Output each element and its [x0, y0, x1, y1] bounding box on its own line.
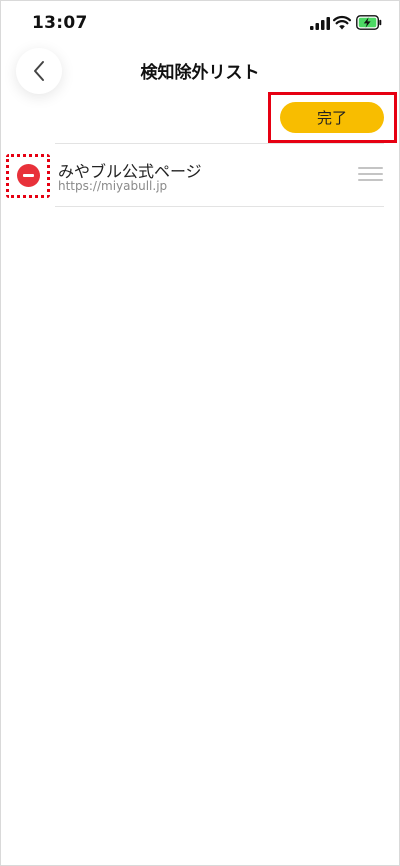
done-button[interactable]: 完了 — [280, 102, 384, 133]
status-time: 13:07 — [32, 13, 88, 33]
list-divider — [55, 206, 384, 207]
minus-circle-icon — [23, 174, 34, 177]
status-bar: 13:07 — [0, 0, 400, 48]
wifi-icon — [333, 15, 351, 30]
page-title: 検知除外リスト — [140, 63, 260, 83]
battery-charging-icon — [356, 15, 382, 30]
drag-handle-icon[interactable] — [358, 167, 383, 181]
cellular-signal-icon — [310, 17, 330, 30]
delete-item-button[interactable] — [17, 164, 40, 187]
list-item-url: https://miyabull.jp — [58, 179, 168, 193]
